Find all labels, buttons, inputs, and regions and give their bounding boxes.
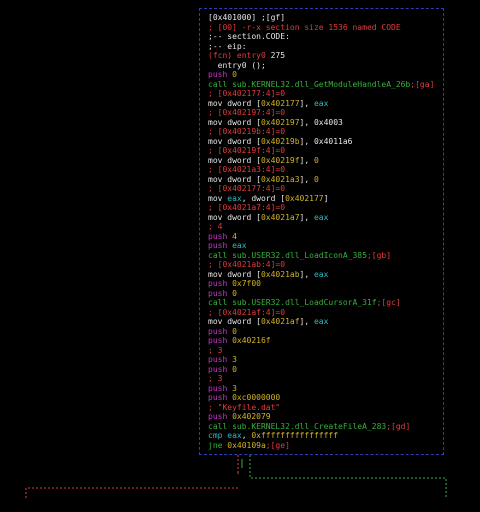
- graph-edges: [25, 455, 447, 498]
- true-branch-edge: [249, 455, 447, 498]
- false-branch-edge: [25, 455, 239, 498]
